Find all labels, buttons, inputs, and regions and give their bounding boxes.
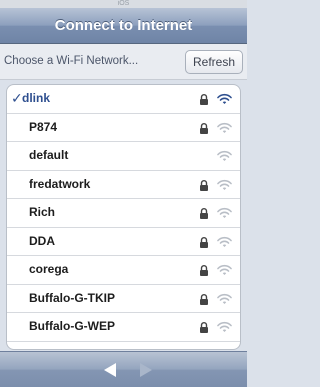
page-title: Connect to Internet [0,8,247,44]
network-name: P874 [29,119,58,134]
network-list: ✓ dlink P874 default fredatwork Rich DDA corega… [6,84,241,350]
lock-icon [200,322,208,333]
lock-icon [200,236,208,248]
refresh-button[interactable]: Refresh [185,50,243,74]
network-row[interactable]: fredatwork [7,171,240,199]
lock-icon [200,293,208,305]
network-name: corega [29,262,69,276]
network-row[interactable]: Rich [7,199,240,228]
network-name: Buffalo-G-WEP [29,319,115,333]
network-row[interactable]: DDA [7,228,240,256]
network-name: Buffalo-G-AES [29,342,112,350]
lock-icon [200,179,208,191]
network-name: fredatwork [29,176,91,191]
network-picker-header: Choose a Wi-Fi Network... Refresh [0,44,247,80]
wifi-signal-icon [217,122,232,133]
network-name: Buffalo-G-TKIP [29,290,115,305]
network-row[interactable]: P874 [7,114,240,142]
wifi-signal-icon [217,150,232,161]
lock-icon [200,122,208,134]
wifi-signal-icon [217,207,232,218]
wifi-signal-icon [217,350,232,351]
network-name: dlink [22,91,51,105]
status-bar: iOS [0,0,247,8]
checkmark-icon: ✓ [11,90,23,106]
network-row[interactable]: corega [7,256,240,285]
wifi-signal-icon [217,93,232,104]
lock-icon [200,265,208,276]
network-row[interactable]: Buffalo-G-AES [7,342,240,351]
network-name: Rich [29,205,56,219]
wifi-signal-icon [217,179,232,190]
network-name: DDA [29,233,55,248]
choose-network-label: Choose a Wi-Fi Network... [4,55,139,67]
network-row[interactable]: ✓ dlink [7,85,240,114]
lock-icon [200,94,208,105]
forward-arrow-icon[interactable] [140,363,152,377]
lock-icon [200,208,208,219]
network-row[interactable]: default [7,142,240,171]
network-row[interactable]: Buffalo-G-TKIP [7,285,240,313]
wifi-signal-icon [217,293,232,304]
wifi-signal-icon [217,236,232,247]
network-name: default [29,148,69,162]
wifi-signal-icon [217,321,232,332]
bottom-toolbar [0,351,247,387]
back-arrow-icon[interactable] [104,363,116,377]
wifi-signal-icon [217,264,232,275]
network-row[interactable]: Buffalo-G-WEP [7,313,240,342]
